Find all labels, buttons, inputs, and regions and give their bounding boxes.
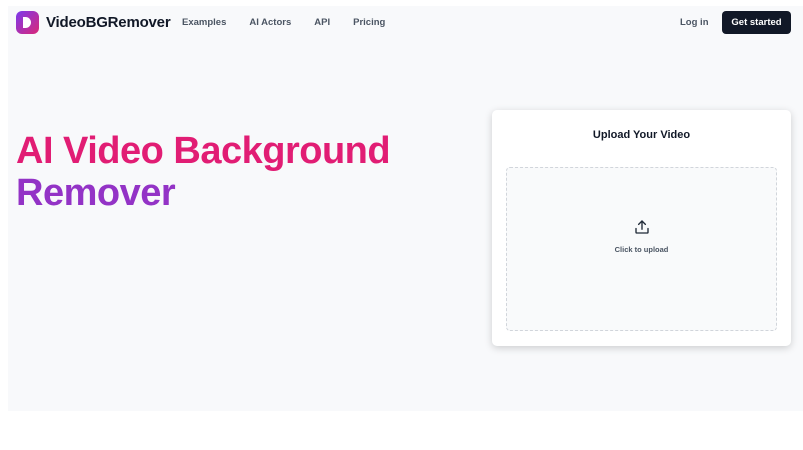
logo[interactable]: VideoBGRemover (16, 11, 171, 34)
nav-api[interactable]: API (314, 17, 330, 28)
upload-card: Upload Your Video Click to upload (492, 110, 791, 346)
hero-title: AI Video Background Remover (16, 130, 391, 214)
header: VideoBGRemover Examples AI Actors API Pr… (8, 6, 803, 40)
page: VideoBGRemover Examples AI Actors API Pr… (8, 6, 803, 411)
login-link[interactable]: Log in (680, 17, 709, 28)
get-started-button[interactable]: Get started (722, 11, 791, 34)
upload-title: Upload Your Video (592, 129, 691, 141)
nav-examples[interactable]: Examples (182, 17, 226, 28)
logo-icon (16, 11, 39, 34)
hero-title-line1: AI Video Background (16, 130, 391, 172)
upload-label: Click to upload (614, 245, 669, 254)
brand-name: VideoBGRemover (46, 14, 171, 31)
upload-dropzone[interactable]: Click to upload (506, 167, 777, 331)
nav-pricing[interactable]: Pricing (353, 17, 385, 28)
hero-title-line2: Remover (16, 172, 176, 214)
main-nav: Examples AI Actors API Pricing (182, 17, 408, 28)
nav-ai-actors[interactable]: AI Actors (249, 17, 291, 28)
upload-icon (635, 220, 649, 234)
